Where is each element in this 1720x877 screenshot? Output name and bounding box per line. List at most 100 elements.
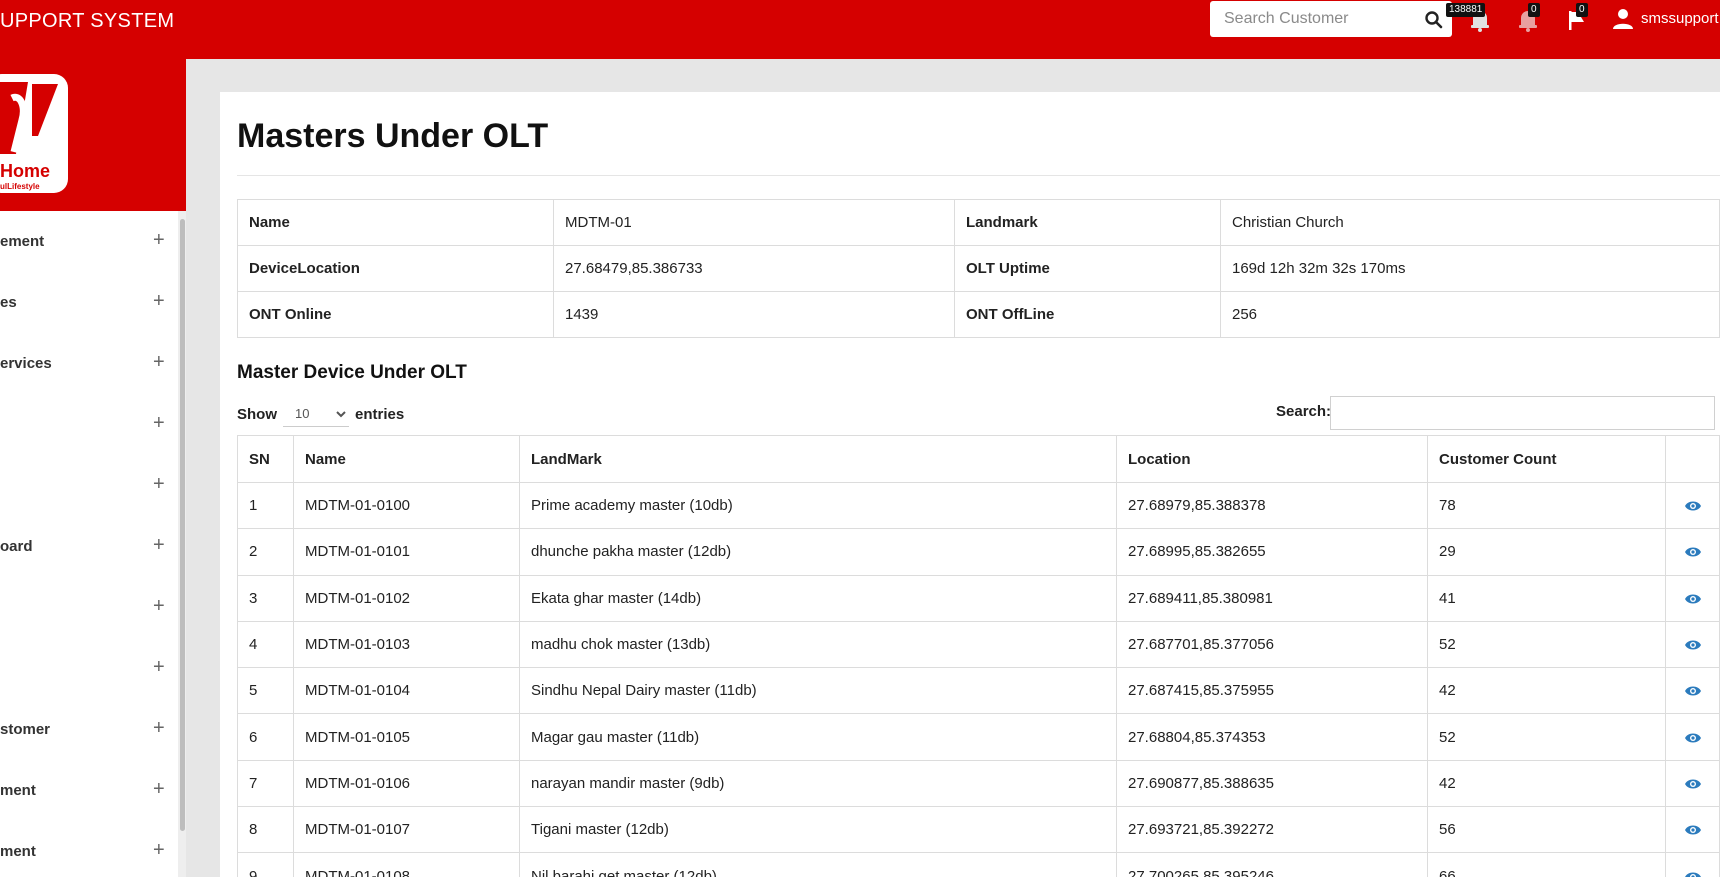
cell-name: MDTM-01-0105 xyxy=(293,713,520,761)
sidebar-item-6[interactable]: oard + xyxy=(0,527,178,567)
expand-plus-icon: + xyxy=(153,717,165,739)
flags-count-badge: 0 xyxy=(1576,3,1588,17)
info-value: 169d 12h 32m 32s 170ms xyxy=(1220,245,1720,292)
cell-customer-count: 42 xyxy=(1427,759,1666,808)
customer-search-input[interactable] xyxy=(1210,1,1415,37)
user-menu[interactable]: smssupport xyxy=(1611,4,1719,32)
info-row: ONT Online 1439 ONT OffLine 256 xyxy=(237,291,1720,338)
sidebar-item-label: es xyxy=(0,294,17,311)
cell-action xyxy=(1665,574,1720,622)
entries-per-page-select[interactable]: 10 xyxy=(283,401,349,427)
cell-landmark: Sindhu Nepal Dairy master (11db) xyxy=(519,667,1117,715)
table-row: 7 MDTM-01-0106 narayan mandir master (9d… xyxy=(237,759,1720,808)
table-row: 9 MDTM-01-0108 Nil barahi get master (12… xyxy=(237,852,1720,877)
table-row: 3 MDTM-01-0102 Ekata ghar master (14db) … xyxy=(237,574,1720,622)
cell-name: MDTM-01-0102 xyxy=(293,574,520,622)
sidebar-item-10[interactable]: ment + xyxy=(0,771,178,811)
table-row: 1 MDTM-01-0100 Prime academy master (10d… xyxy=(237,481,1720,530)
sidebar-item-3[interactable]: ervices + xyxy=(0,344,178,384)
view-eye-icon[interactable] xyxy=(1684,778,1702,790)
username: smssupport xyxy=(1641,9,1719,27)
table-row: 5 MDTM-01-0104 Sindhu Nepal Dairy master… xyxy=(237,667,1720,715)
view-eye-icon[interactable] xyxy=(1684,824,1702,836)
info-value: 256 xyxy=(1220,291,1720,338)
cell-location: 27.68995,85.382655 xyxy=(1116,528,1428,576)
section-title: Master Device Under OLT xyxy=(237,362,467,383)
sidebar-item-1[interactable]: ement + xyxy=(0,222,178,262)
cell-landmark: Ekata ghar master (14db) xyxy=(519,574,1117,622)
expand-plus-icon: + xyxy=(153,229,165,251)
view-eye-icon[interactable] xyxy=(1684,546,1702,558)
customer-search-box xyxy=(1210,1,1452,37)
view-eye-icon[interactable] xyxy=(1684,639,1702,651)
view-eye-icon[interactable] xyxy=(1684,685,1702,697)
column-header-customer-count[interactable]: Customer Count xyxy=(1427,435,1666,483)
sidebar-item-11[interactable]: ment + xyxy=(0,832,178,872)
table-row: 6 MDTM-01-0105 Magar gau master (11db) 2… xyxy=(237,713,1720,761)
column-header-landmark[interactable]: LandMark xyxy=(519,435,1117,483)
info-value: 1439 xyxy=(553,291,955,338)
cell-location: 27.68979,85.388378 xyxy=(1116,481,1428,530)
content-card: Masters Under OLT Name MDTM-01 Landmark … xyxy=(220,92,1720,877)
sidebar-item-4[interactable]: + xyxy=(0,405,178,445)
expand-plus-icon: + xyxy=(153,595,165,617)
info-label: ONT OffLine xyxy=(954,291,1221,338)
cell-location: 27.689411,85.380981 xyxy=(1116,574,1428,622)
column-header-location[interactable]: Location xyxy=(1116,435,1428,483)
view-eye-icon[interactable] xyxy=(1684,732,1702,744)
cell-customer-count: 42 xyxy=(1427,667,1666,715)
cell-action xyxy=(1665,528,1720,576)
cell-location: 27.693721,85.392272 xyxy=(1116,806,1428,854)
expand-plus-icon: + xyxy=(153,351,165,373)
view-eye-icon[interactable] xyxy=(1684,871,1702,877)
expand-plus-icon: + xyxy=(153,412,165,434)
info-label: Landmark xyxy=(954,199,1221,246)
cell-action xyxy=(1665,759,1720,808)
cell-location: 27.687701,85.377056 xyxy=(1116,620,1428,669)
expand-plus-icon: + xyxy=(153,290,165,312)
table-row: 8 MDTM-01-0107 Tigani master (12db) 27.6… xyxy=(237,806,1720,854)
cell-location: 27.687415,85.375955 xyxy=(1116,667,1428,715)
sidebar-item-label: ervices xyxy=(0,355,52,372)
sidebar-item-9[interactable]: stomer + xyxy=(0,710,178,750)
cell-location: 27.68804,85.374353 xyxy=(1116,713,1428,761)
sidebar-item-8[interactable]: + xyxy=(0,649,178,689)
cell-name: MDTM-01-0107 xyxy=(293,806,520,854)
column-header-action xyxy=(1665,435,1720,483)
cell-location: 27.690877,85.388635 xyxy=(1116,759,1428,808)
cell-sn: 5 xyxy=(237,667,294,715)
sidebar-item-label: oard xyxy=(0,538,33,555)
notifications-count-badge: 0 xyxy=(1528,3,1540,17)
sidebar-scrollbar-thumb[interactable] xyxy=(180,219,185,831)
logo-brand-word: Home xyxy=(0,161,51,181)
expand-plus-icon: + xyxy=(153,839,165,861)
sidebar: Home ulLifestyle ement + es + ervices + + +… xyxy=(0,59,186,877)
search-icon[interactable] xyxy=(1424,10,1444,30)
company-logo[interactable]: Home ulLifestyle xyxy=(0,74,68,193)
logo-mark-icon xyxy=(0,82,58,154)
cell-sn: 2 xyxy=(237,528,294,576)
table-search-label: Search: xyxy=(1276,403,1332,420)
table-row: 4 MDTM-01-0103 madhu chok master (13db) … xyxy=(237,620,1720,669)
column-header-sn[interactable]: SN xyxy=(237,435,294,483)
column-header-name[interactable]: Name xyxy=(293,435,520,483)
entries-label: entries xyxy=(355,405,405,423)
cell-action xyxy=(1665,806,1720,854)
sidebar-item-2[interactable]: es + xyxy=(0,283,178,323)
info-label: OLT Uptime xyxy=(954,245,1221,292)
cell-customer-count: 56 xyxy=(1427,806,1666,854)
sidebar-item-label: stomer xyxy=(0,721,51,738)
info-value: Christian Church xyxy=(1220,199,1720,246)
sidebar-item-7[interactable]: + xyxy=(0,588,178,628)
view-eye-icon[interactable] xyxy=(1684,593,1702,605)
sidebar-item-5[interactable]: + xyxy=(0,466,178,506)
info-label: Name xyxy=(237,199,554,246)
cell-action xyxy=(1665,667,1720,715)
cell-landmark: dhunche pakha master (12db) xyxy=(519,528,1117,576)
table-search-input[interactable] xyxy=(1330,396,1715,430)
cell-landmark: Nil barahi get master (12db) xyxy=(519,852,1117,877)
view-eye-icon[interactable] xyxy=(1684,500,1702,512)
expand-plus-icon: + xyxy=(153,656,165,678)
cell-sn: 9 xyxy=(237,852,294,877)
master-device-table: SN Name LandMark Location Customer Count… xyxy=(237,435,1720,877)
